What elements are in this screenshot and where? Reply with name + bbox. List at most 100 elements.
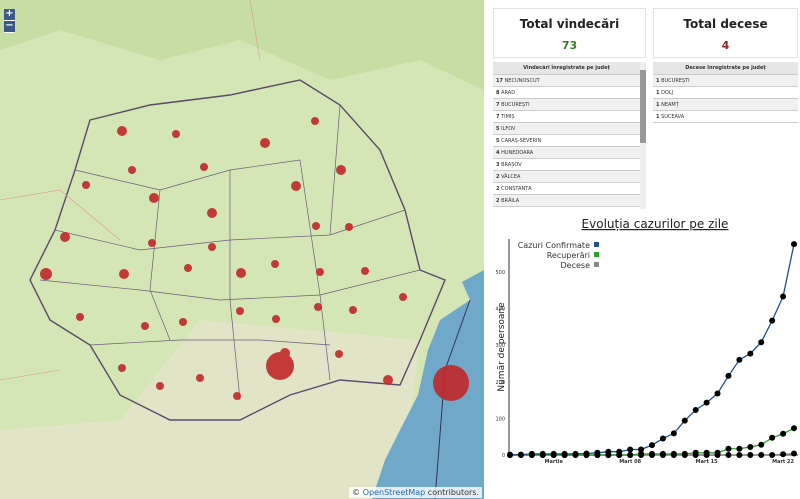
- data-point[interactable]: [670, 450, 677, 457]
- data-point[interactable]: [714, 390, 721, 397]
- case-marker[interactable]: [291, 181, 301, 191]
- recoveries-table[interactable]: Vindecări înregistrate pe județ 17 NECUN…: [493, 62, 640, 209]
- case-marker[interactable]: [179, 318, 187, 326]
- data-point[interactable]: [550, 450, 557, 457]
- map[interactable]: + − © OpenStreetMap contributors.: [0, 0, 484, 499]
- case-marker[interactable]: [266, 352, 294, 380]
- case-marker[interactable]: [271, 260, 279, 268]
- case-marker[interactable]: [141, 322, 149, 330]
- case-marker[interactable]: [208, 243, 216, 251]
- data-point[interactable]: [649, 442, 655, 449]
- data-point[interactable]: [627, 446, 634, 453]
- data-point[interactable]: [507, 451, 513, 458]
- scrollbar-thumb[interactable]: [640, 70, 646, 143]
- data-point[interactable]: [747, 350, 754, 357]
- case-marker[interactable]: [312, 222, 320, 230]
- case-marker[interactable]: [172, 130, 180, 138]
- data-point[interactable]: [638, 446, 645, 453]
- zoom-in-button[interactable]: +: [4, 9, 15, 20]
- case-marker[interactable]: [184, 264, 192, 272]
- case-marker[interactable]: [260, 138, 270, 148]
- data-point[interactable]: [758, 441, 765, 448]
- data-point[interactable]: [791, 241, 797, 248]
- row-county: BRĂILA: [501, 198, 520, 204]
- data-point[interactable]: [758, 339, 765, 346]
- case-marker[interactable]: [236, 268, 246, 278]
- data-point[interactable]: [659, 450, 666, 457]
- case-marker[interactable]: [433, 365, 469, 401]
- case-marker[interactable]: [233, 392, 241, 400]
- data-point[interactable]: [583, 450, 590, 457]
- row-count: 1: [656, 114, 660, 120]
- case-marker[interactable]: [149, 193, 159, 203]
- case-marker[interactable]: [196, 374, 204, 382]
- data-point[interactable]: [736, 445, 743, 452]
- data-point[interactable]: [758, 452, 765, 458]
- data-point[interactable]: [692, 406, 699, 413]
- data-point[interactable]: [616, 448, 623, 455]
- row-count: 1: [656, 78, 660, 84]
- osm-link[interactable]: OpenStreetMap: [363, 488, 426, 497]
- data-point[interactable]: [725, 452, 732, 458]
- data-point[interactable]: [605, 448, 612, 455]
- case-marker[interactable]: [361, 267, 369, 275]
- case-marker[interactable]: [60, 232, 70, 242]
- case-marker[interactable]: [345, 223, 353, 231]
- data-point[interactable]: [725, 445, 732, 452]
- data-point[interactable]: [747, 452, 754, 458]
- data-point[interactable]: [769, 434, 776, 441]
- case-marker[interactable]: [40, 268, 52, 280]
- data-point[interactable]: [627, 452, 634, 458]
- data-point[interactable]: [736, 452, 743, 458]
- case-marker[interactable]: [314, 303, 322, 311]
- data-point[interactable]: [714, 449, 721, 456]
- case-marker[interactable]: [207, 208, 217, 218]
- case-marker[interactable]: [148, 239, 156, 247]
- case-marker[interactable]: [236, 307, 244, 315]
- data-point[interactable]: [681, 450, 688, 457]
- data-point[interactable]: [692, 449, 699, 456]
- row-count: 1: [656, 102, 660, 108]
- case-marker[interactable]: [82, 181, 90, 189]
- data-point[interactable]: [736, 356, 743, 363]
- data-point[interactable]: [780, 293, 787, 300]
- case-marker[interactable]: [76, 313, 84, 321]
- data-point[interactable]: [780, 430, 787, 437]
- data-point[interactable]: [769, 452, 776, 458]
- data-point[interactable]: [769, 317, 776, 324]
- case-marker[interactable]: [119, 269, 129, 279]
- data-point[interactable]: [649, 450, 655, 457]
- data-point[interactable]: [791, 450, 797, 457]
- data-point[interactable]: [747, 443, 754, 450]
- data-point[interactable]: [681, 417, 688, 424]
- total-deaths-value: 4: [721, 39, 730, 52]
- case-marker[interactable]: [117, 126, 127, 136]
- case-marker[interactable]: [336, 165, 346, 175]
- data-point[interactable]: [791, 425, 797, 432]
- case-marker[interactable]: [311, 117, 319, 125]
- data-point[interactable]: [528, 450, 535, 457]
- data-point[interactable]: [594, 449, 601, 456]
- data-point[interactable]: [703, 449, 710, 456]
- data-point[interactable]: [517, 451, 524, 458]
- case-marker[interactable]: [200, 163, 208, 171]
- data-point[interactable]: [659, 435, 666, 442]
- case-marker[interactable]: [349, 306, 357, 314]
- data-point[interactable]: [670, 430, 677, 437]
- data-point[interactable]: [780, 451, 787, 458]
- case-marker[interactable]: [399, 293, 407, 301]
- case-marker[interactable]: [335, 350, 343, 358]
- case-marker[interactable]: [128, 166, 136, 174]
- zoom-out-button[interactable]: −: [4, 21, 15, 32]
- data-point[interactable]: [725, 372, 732, 379]
- case-marker[interactable]: [316, 268, 324, 276]
- case-marker[interactable]: [156, 382, 164, 390]
- data-point[interactable]: [561, 450, 568, 457]
- data-point[interactable]: [703, 399, 710, 406]
- case-marker[interactable]: [272, 315, 280, 323]
- recoveries-scrollbar[interactable]: [640, 62, 646, 209]
- case-marker[interactable]: [118, 364, 126, 372]
- data-point[interactable]: [539, 450, 546, 457]
- data-point[interactable]: [572, 450, 579, 457]
- case-marker[interactable]: [383, 375, 393, 385]
